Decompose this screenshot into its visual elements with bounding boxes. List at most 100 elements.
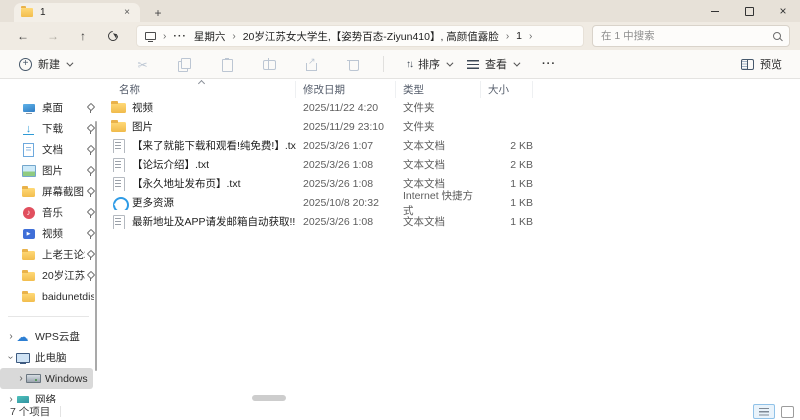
chevron-right-icon bbox=[163, 31, 166, 42]
sidebar-scrollbar[interactable] bbox=[95, 121, 97, 371]
text-file-icon bbox=[111, 139, 126, 153]
pictures-icon bbox=[22, 164, 35, 177]
chevron-right-icon bbox=[506, 31, 509, 42]
table-row[interactable]: 更多资源 2025/10/8 20:32 Internet 快捷方式 1 KB bbox=[99, 190, 800, 217]
navigation-pane: 桌面 下载 文档 图片 屏幕截图 bbox=[0, 79, 99, 406]
search-icon bbox=[773, 32, 781, 40]
this-pc-icon bbox=[145, 32, 156, 42]
breadcrumb-item[interactable]: 1 bbox=[516, 30, 522, 42]
text-file-icon bbox=[111, 177, 126, 191]
view-button[interactable]: 查看 bbox=[459, 53, 526, 75]
refresh-icon bbox=[105, 28, 121, 44]
close-tab-icon[interactable] bbox=[121, 7, 133, 19]
folder-icon bbox=[22, 269, 35, 282]
preview-button[interactable]: 预览 bbox=[735, 53, 788, 75]
breadcrumb[interactable]: 星期六 20岁江苏女大学生,【姿势百态-Ziyun410】, 高颜值露脸 1 bbox=[136, 25, 584, 47]
sidebar-divider bbox=[8, 316, 89, 317]
more-options-button[interactable] bbox=[534, 55, 564, 73]
sidebar-item-windows-ssd[interactable]: Windows-SSD bbox=[0, 368, 93, 389]
search-input[interactable] bbox=[601, 30, 773, 42]
chevron-down-icon bbox=[513, 59, 521, 67]
close-window-button[interactable] bbox=[766, 0, 800, 22]
rename-icon[interactable] bbox=[262, 57, 276, 71]
sidebar-item-pictures[interactable]: 图片 bbox=[0, 160, 99, 181]
chevron-right-icon[interactable] bbox=[6, 331, 16, 342]
breadcrumb-overflow-button[interactable] bbox=[173, 30, 187, 42]
column-header-type[interactable]: 类型 bbox=[396, 81, 481, 98]
table-row[interactable]: 最新地址及APP请发邮箱自动获取!!!.txt 2025/3/26 1:08 文… bbox=[99, 212, 800, 231]
sort-button[interactable]: 排序 bbox=[398, 53, 459, 75]
chevron-right-icon bbox=[232, 31, 235, 42]
column-header-size[interactable]: 大小 bbox=[481, 81, 533, 98]
chevron-right-icon[interactable] bbox=[16, 373, 26, 384]
search-box bbox=[592, 25, 790, 47]
new-label: 新建 bbox=[38, 59, 60, 71]
desktop-icon bbox=[22, 101, 35, 114]
up-button[interactable]: ↑ bbox=[70, 25, 96, 47]
chevron-right-icon bbox=[529, 31, 532, 42]
sidebar-item-desktop[interactable]: 桌面 bbox=[0, 97, 99, 118]
back-button[interactable]: ← bbox=[10, 25, 36, 47]
preview-pane-icon bbox=[741, 58, 754, 70]
items-count: 7 个项目 bbox=[10, 406, 51, 418]
videos-icon bbox=[22, 227, 35, 240]
new-button[interactable]: 新建 bbox=[12, 53, 78, 75]
pin-icon bbox=[85, 103, 94, 113]
drive-icon bbox=[26, 372, 39, 385]
sidebar-item-folder[interactable]: 上老王论坛当 bbox=[0, 244, 99, 265]
table-row[interactable]: 图片 2025/11/29 23:10 文件夹 bbox=[99, 117, 800, 136]
restore-button[interactable] bbox=[732, 0, 766, 22]
table-row[interactable]: 【论坛介绍】.txt 2025/3/26 1:08 文本文档 2 KB bbox=[99, 155, 800, 174]
pin-icon bbox=[85, 229, 94, 239]
paste-icon[interactable] bbox=[220, 57, 233, 72]
folder-icon bbox=[22, 248, 35, 261]
sidebar-item-folder[interactable]: 20岁江苏女大 bbox=[0, 265, 99, 286]
breadcrumb-item[interactable]: 星期六 bbox=[194, 29, 226, 44]
new-tab-button[interactable] bbox=[146, 3, 170, 22]
icons-view-button[interactable] bbox=[781, 405, 794, 418]
tab-title: 1 bbox=[40, 7, 46, 18]
address-bar: ← → ↑ 星期六 20岁江苏女大学生,【姿势百态-Ziyun410】, 高颜值… bbox=[0, 22, 800, 50]
sidebar-item-screenshots[interactable]: 屏幕截图 bbox=[0, 181, 99, 202]
music-icon bbox=[22, 206, 35, 219]
delete-icon[interactable] bbox=[346, 58, 359, 71]
explorer-tab[interactable]: 1 bbox=[14, 3, 140, 22]
window-controls bbox=[698, 0, 800, 22]
copy-icon[interactable] bbox=[178, 57, 191, 72]
details-view-button[interactable] bbox=[753, 404, 775, 419]
sidebar-item-wps-cloud[interactable]: WPS云盘 bbox=[0, 326, 99, 347]
forward-button[interactable]: → bbox=[40, 25, 66, 47]
table-row[interactable]: 【来了就能下载和观看!纯免费!】.txt 2025/3/26 1:07 文本文档… bbox=[99, 136, 800, 155]
preview-label: 预览 bbox=[760, 59, 782, 71]
edit-icons-group bbox=[136, 56, 359, 72]
sort-label: 排序 bbox=[418, 59, 440, 71]
explorer-body: 桌面 下载 文档 图片 屏幕截图 bbox=[0, 79, 800, 406]
horizontal-scrollbar[interactable] bbox=[252, 395, 286, 401]
sidebar-item-videos[interactable]: 视频 bbox=[0, 223, 99, 244]
minimize-button[interactable] bbox=[698, 0, 732, 22]
view-icon bbox=[467, 59, 479, 69]
view-label: 查看 bbox=[485, 59, 507, 71]
column-headers: 名称 修改日期 类型 大小 bbox=[99, 79, 800, 98]
file-explorer-window: 1 ← → ↑ 星期六 20岁江苏女大学生,【姿势百态-Ziyun410】, 高… bbox=[0, 0, 800, 420]
breadcrumb-item[interactable]: 20岁江苏女大学生,【姿势百态-Ziyun410】, 高颜值露脸 bbox=[243, 29, 499, 44]
sidebar-item-documents[interactable]: 文档 bbox=[0, 139, 99, 160]
sidebar-item-music[interactable]: 音乐 bbox=[0, 202, 99, 223]
sidebar-item-folder[interactable]: baidunetdiskdo bbox=[0, 286, 99, 307]
sort-icon bbox=[406, 59, 412, 70]
folder-icon bbox=[22, 185, 35, 198]
pin-icon bbox=[85, 208, 94, 218]
documents-icon bbox=[22, 143, 35, 156]
sidebar-item-this-pc[interactable]: 此电脑 bbox=[0, 347, 99, 368]
share-icon[interactable] bbox=[304, 56, 317, 71]
pin-icon bbox=[85, 271, 94, 281]
this-pc-icon bbox=[16, 351, 29, 364]
column-header-date[interactable]: 修改日期 bbox=[296, 81, 396, 98]
cut-icon[interactable] bbox=[136, 58, 149, 71]
refresh-button[interactable] bbox=[100, 25, 126, 47]
status-bar: 7 个项目 bbox=[0, 403, 800, 420]
chevron-down-icon[interactable] bbox=[6, 352, 16, 363]
table-row[interactable]: 视频 2025/11/22 4:20 文件夹 bbox=[99, 98, 800, 117]
sidebar-item-downloads[interactable]: 下载 bbox=[0, 118, 99, 139]
column-header-name[interactable]: 名称 bbox=[111, 79, 296, 98]
